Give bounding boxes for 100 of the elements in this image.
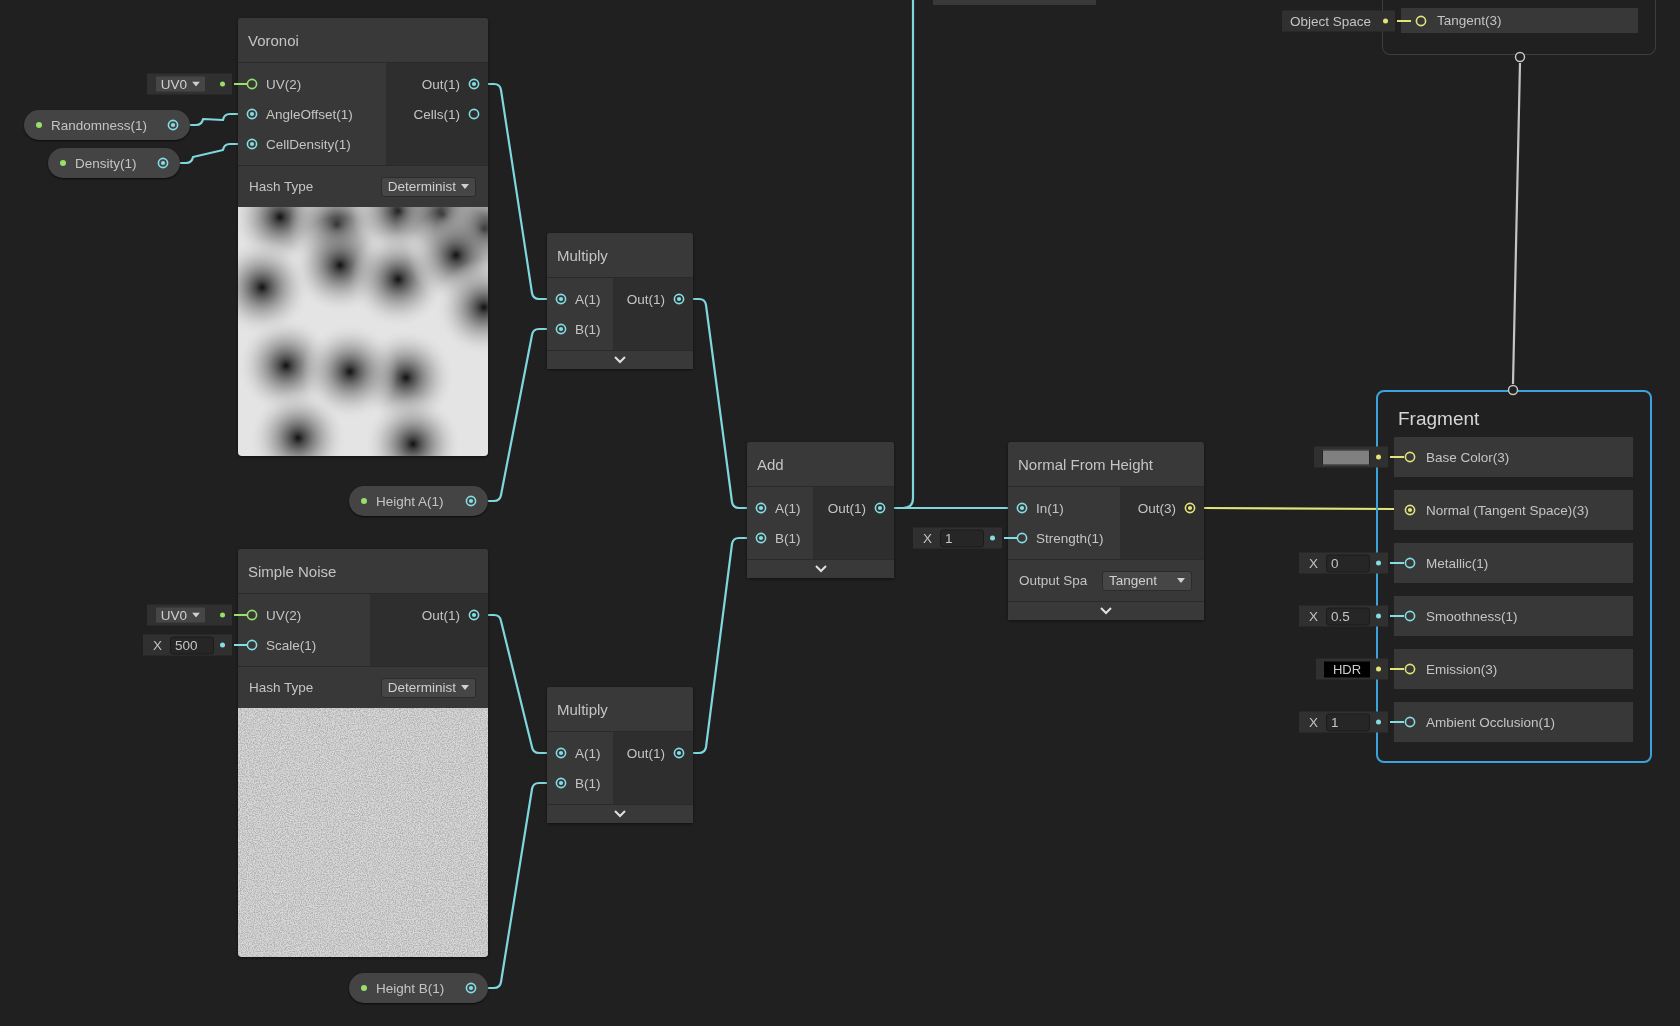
property-label: Height B(1) [376,980,446,996]
port-label: Base Color(3) [1426,449,1510,465]
port-label: B(1) [575,321,601,337]
port-icon[interactable] [555,293,567,305]
space-value[interactable]: Object Space [1289,13,1377,28]
port-icon[interactable] [555,323,567,335]
port-icon[interactable] [1404,716,1416,728]
port-label: Out(1) [421,607,460,623]
port-icon[interactable] [246,78,258,90]
property-label: Randomness(1) [51,117,149,133]
port-icon[interactable] [1184,502,1196,514]
port-icon[interactable] [167,119,179,131]
port-label: Normal (Tangent Space)(3) [1426,502,1589,518]
setting-label: Output Spa [1019,573,1088,588]
port-icon[interactable] [465,495,477,507]
port-icon[interactable] [468,108,480,120]
property-label: Density(1) [75,155,138,171]
connection-wire [234,614,248,616]
connection-wire [1390,456,1404,458]
caret-icon [461,685,469,690]
property-node[interactable]: Randomness(1) [24,110,190,140]
port-label: A(1) [575,745,601,761]
property-node[interactable]: Density(1) [48,148,180,178]
node-title: Add [747,442,894,487]
port-icon[interactable] [1016,502,1028,514]
port-icon[interactable] [673,293,685,305]
port-icon[interactable] [246,108,258,120]
port-icon[interactable] [246,639,258,651]
caret-icon [192,81,200,87]
port-icon[interactable] [1415,14,1427,27]
caret-icon [1177,578,1185,583]
setting-dropdown[interactable]: Tangent [1102,570,1192,591]
connection-wire [234,644,248,646]
uv-dropdown[interactable]: UV0 [154,75,206,93]
connection-wire [1397,19,1411,22]
number-field[interactable]: 1 [940,529,984,547]
port-icon[interactable] [246,609,258,621]
connector-dot [1376,454,1381,460]
connector-dot [220,81,225,87]
connection-wire [180,142,238,165]
flow-port-icon[interactable] [1514,51,1526,63]
connector-dot [990,535,995,541]
port-icon[interactable] [555,777,567,789]
port-icon[interactable] [465,982,477,994]
chevron-icon [814,565,827,573]
node-title: Multiply [547,233,693,278]
port-label: Out(1) [827,500,866,516]
port-icon[interactable] [555,747,567,759]
port-icon[interactable] [874,502,886,514]
number-field[interactable]: 0 [1326,554,1370,572]
uv-dropdown[interactable]: UV0 [154,606,206,624]
port-label: B(1) [775,530,801,546]
port-icon[interactable] [755,532,767,544]
port-icon[interactable] [1404,663,1416,675]
port-icon[interactable] [755,502,767,514]
port-icon[interactable] [468,78,480,90]
hdr-color-field[interactable]: HDR [1324,661,1370,677]
number-field[interactable]: 500 [170,636,214,654]
axis-label: X [152,637,163,653]
caret-icon [192,612,200,618]
axis-label: X [1308,555,1319,571]
port-label: CellDensity(1) [266,136,351,152]
node-title: Multiply [547,687,693,732]
port-icon[interactable] [673,747,685,759]
port-label: Out(1) [626,291,665,307]
number-field[interactable]: 0.5 [1326,607,1370,625]
port-icon[interactable] [1404,451,1416,463]
port-icon[interactable] [246,138,258,150]
port-icon[interactable] [157,157,169,169]
port-icon[interactable] [1016,532,1028,544]
caret-icon [461,184,469,189]
number-field[interactable]: 1 [1326,713,1370,731]
setting-dropdown[interactable]: Determinist [380,677,476,698]
flow-port-icon[interactable] [1507,384,1519,396]
port-label: Metallic(1) [1426,555,1489,571]
color-swatch[interactable] [1322,449,1370,465]
connection-wire [1390,615,1404,617]
port-icon[interactable] [1404,610,1416,622]
port-label: B(1) [575,775,601,791]
connection-wire [1390,721,1404,723]
property-dot [361,985,367,991]
chevron-icon [1100,607,1112,615]
port-label: Out(3) [1137,500,1176,516]
node-title: Simple Noise [238,549,488,594]
setting-dropdown[interactable]: Determinist [380,176,476,197]
connection-wire [1004,537,1018,539]
port-icon[interactable] [468,609,480,621]
port-label: Out(1) [626,745,665,761]
port-label: A(1) [775,500,801,516]
port-icon[interactable] [1404,557,1416,569]
chevron-icon [614,810,626,818]
port-icon[interactable] [1404,504,1416,516]
property-node[interactable]: Height A(1) [349,486,488,516]
port-label: Tangent(3) [1437,13,1502,28]
port-label: In(1) [1036,500,1064,516]
property-node[interactable]: Height B(1) [349,973,488,1003]
port-label: Scale(1) [266,637,317,653]
setting-label: Hash Type [249,680,314,695]
port-label: Out(1) [421,76,460,92]
property-dot [36,122,42,128]
